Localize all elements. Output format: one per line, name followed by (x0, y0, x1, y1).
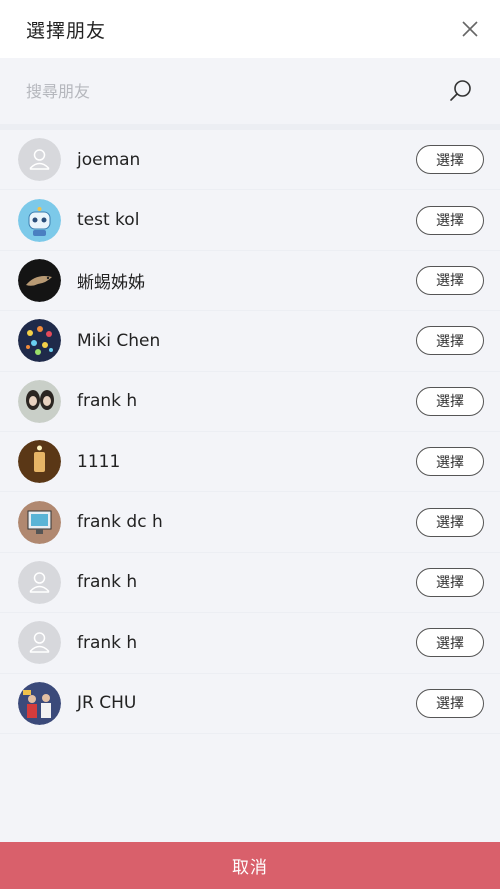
friend-row: test kol 選擇 (0, 190, 500, 251)
avatar (18, 198, 61, 242)
friend-name: JR CHU (77, 693, 137, 714)
friend-row: frank h 選擇 (0, 613, 500, 674)
friend-name: frank h (77, 391, 138, 412)
select-friend-button[interactable]: 選擇 (416, 447, 484, 477)
friend-name: joeman (77, 149, 141, 170)
modal-header: 選擇朋友 (0, 0, 500, 58)
friend-list: joeman 選擇 test kol 選擇 蜥蜴姊姊 選擇 Miki Chen 選擇 frank… (0, 130, 500, 734)
friend-row: JR CHU 選擇 (0, 673, 500, 734)
friend-row: joeman 選擇 (0, 130, 500, 191)
avatar (18, 379, 61, 423)
select-friend-button[interactable]: 選擇 (416, 567, 484, 597)
friend-row: frank h 選擇 (0, 552, 500, 614)
friend-row: Miki Chen 選擇 (0, 311, 500, 372)
close-button[interactable] (458, 17, 482, 41)
avatar (18, 319, 61, 363)
cancel-button[interactable]: 取消 (0, 842, 500, 889)
friend-row: frank h 選擇 (0, 371, 500, 432)
default-avatar-icon (18, 138, 61, 182)
friend-row: 蜥蜴姊姊 選擇 (0, 250, 500, 312)
page-title: 選擇朋友 (26, 19, 107, 42)
select-friend-button[interactable]: 選擇 (416, 145, 484, 175)
select-friend-button[interactable]: 選擇 (416, 628, 484, 658)
friend-name: 蜥蜴姊姊 (77, 272, 145, 293)
avatar (18, 258, 61, 302)
friend-name: test kol (77, 210, 140, 231)
close-icon (462, 21, 478, 37)
avatar (18, 440, 61, 484)
friend-name: frank h (77, 632, 138, 653)
avatar (18, 681, 61, 725)
default-avatar-icon (18, 621, 61, 665)
friend-row: frank dc h 選擇 (0, 492, 500, 553)
select-friend-button[interactable]: 選擇 (416, 205, 484, 235)
search-input[interactable] (26, 81, 406, 101)
friend-name: 1111 (77, 451, 121, 472)
friend-name: frank dc h (77, 512, 163, 533)
friend-row: 1111 選擇 (0, 431, 500, 493)
avatar (18, 500, 61, 544)
select-friend-button[interactable]: 選擇 (416, 688, 484, 718)
select-friend-button[interactable]: 選擇 (416, 386, 484, 416)
friend-name: frank h (77, 572, 138, 593)
search-bar (0, 58, 500, 124)
select-friend-button[interactable]: 選擇 (416, 265, 484, 295)
search-icon[interactable] (448, 78, 474, 104)
friend-name: Miki Chen (77, 330, 161, 351)
select-friend-button[interactable]: 選擇 (416, 507, 484, 537)
select-friend-button[interactable]: 選擇 (416, 326, 484, 356)
default-avatar-icon (18, 560, 61, 604)
